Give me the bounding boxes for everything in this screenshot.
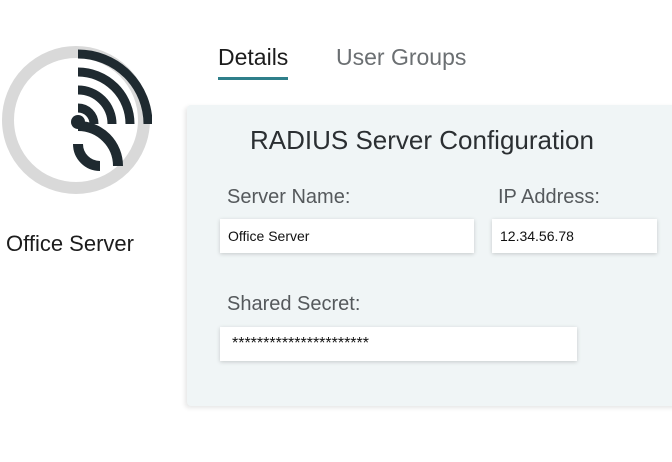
tab-user-groups[interactable]: User Groups [336,44,466,71]
server-avatar [0,44,152,196]
wifi-signal-icon [2,46,152,194]
shared-secret-field-label: Shared Secret: [227,293,361,315]
server-name-field-label: Server Name: [227,186,351,208]
ip-address-field-label: IP Address: [498,186,600,208]
tab-details[interactable]: Details [218,44,289,80]
server-name-label: Office Server [6,231,134,256]
radius-server-page: Office Server Details User Groups RADIUS… [0,0,672,462]
ip-address-input[interactable] [492,219,657,253]
shared-secret-input[interactable] [220,327,577,361]
panel-title: RADIUS Server Configuration [250,125,594,155]
server-name-input[interactable] [220,219,474,253]
